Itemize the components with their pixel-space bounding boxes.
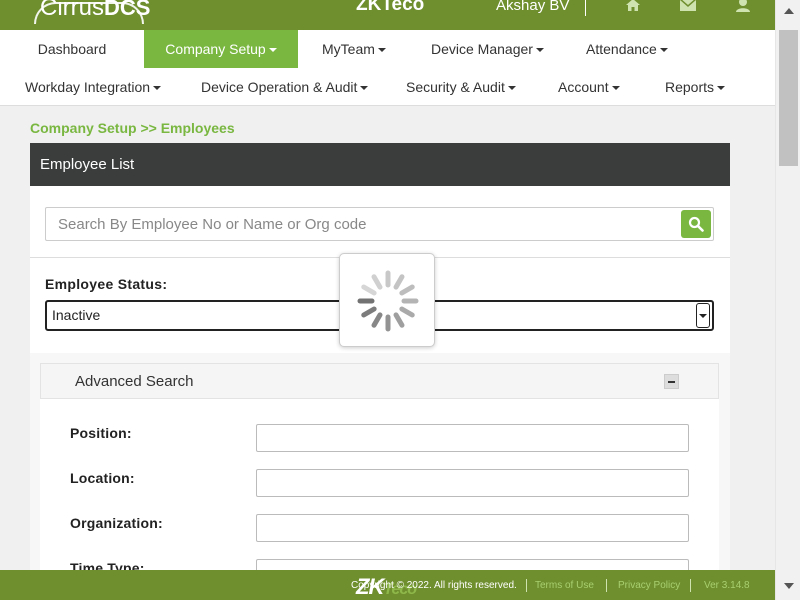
nav-myteam-label: MyTeam [322, 41, 375, 57]
nav-security-audit[interactable]: Security & Audit [406, 68, 516, 106]
advanced-search-body: Position: Location: Organization: Time T… [40, 399, 719, 587]
employee-status-value: Inactive [52, 307, 101, 323]
nav-myteam[interactable]: MyTeam [322, 30, 386, 68]
chevron-down-icon [507, 86, 516, 91]
employee-status-label: Employee Status: [45, 276, 168, 292]
nav-dashboard[interactable]: Dashboard [0, 30, 144, 68]
app-logo[interactable]: CirrusDCS [40, 0, 150, 22]
location-label: Location: [70, 470, 135, 486]
user-icon[interactable] [735, 0, 751, 12]
chevron-down-icon [611, 86, 620, 91]
nav-workday-integration-label: Workday Integration [25, 79, 151, 95]
panel-title: Employee List [30, 143, 730, 186]
search-icon [688, 216, 704, 232]
nav-account[interactable]: Account [558, 68, 620, 106]
dropdown-arrow[interactable] [696, 303, 710, 328]
employee-list-panel: Employee List Employee Status: Inactive … [30, 143, 730, 587]
position-field[interactable] [256, 424, 689, 452]
scroll-down-icon[interactable] [784, 583, 794, 589]
nav-security-audit-label: Security & Audit [406, 79, 505, 95]
zkteco-brand: ZKTeco [356, 0, 425, 15]
page-scrollbar[interactable] [775, 0, 800, 600]
chevron-down-icon [659, 48, 668, 53]
nav-company-setup-label: Company Setup [165, 41, 266, 57]
user-name[interactable]: Akshay BV [496, 0, 569, 14]
version-text: Ver 3.14.8 [704, 580, 750, 591]
chevron-down-icon [360, 86, 369, 91]
chevron-down-icon [153, 86, 162, 91]
nav-device-manager-label: Device Manager [431, 41, 533, 57]
nav-workday-integration[interactable]: Workday Integration [25, 68, 162, 106]
collapse-icon[interactable] [664, 374, 679, 389]
scroll-thumb[interactable] [779, 30, 798, 166]
chevron-down-icon [268, 48, 277, 53]
copyright-text: Copyright © 2022. All rights reserved. [351, 580, 517, 591]
nav-reports[interactable]: Reports [665, 68, 726, 106]
footer-divider [690, 579, 691, 592]
nav-device-manager[interactable]: Device Manager [431, 30, 544, 68]
chevron-down-icon [535, 48, 544, 53]
logo-text-main: Cirrus [40, 0, 104, 21]
nav-attendance-label: Attendance [586, 41, 657, 57]
nav-device-operation-audit[interactable]: Device Operation & Audit [201, 68, 369, 106]
mail-icon[interactable] [680, 0, 696, 12]
nav-account-label: Account [558, 79, 609, 95]
nav-company-setup[interactable]: Company Setup [144, 30, 298, 68]
breadcrumb: Company Setup >> Employees [30, 120, 235, 136]
chevron-down-icon [699, 314, 707, 318]
search-box [45, 207, 714, 241]
nav-attendance[interactable]: Attendance [586, 30, 668, 68]
chevron-down-icon [377, 48, 386, 53]
footer-divider [606, 579, 607, 592]
nav-device-operation-audit-label: Device Operation & Audit [201, 79, 358, 95]
logo-text-sub: DCS [104, 0, 151, 20]
nav-reports-label: Reports [665, 79, 715, 95]
terms-link[interactable]: Terms of Use [535, 580, 594, 591]
location-field[interactable] [256, 469, 689, 497]
advanced-search-header[interactable]: Advanced Search [40, 363, 719, 399]
main-nav: Dashboard Company Setup MyTeam Device Ma… [0, 30, 775, 106]
footer: ZKTeco Copyright © 2022. All rights rese… [0, 570, 775, 600]
chevron-down-icon [717, 86, 726, 91]
home-icon[interactable] [625, 0, 641, 12]
search-input[interactable] [46, 208, 666, 240]
organization-label: Organization: [70, 515, 163, 531]
privacy-link[interactable]: Privacy Policy [618, 580, 680, 591]
footer-divider [526, 579, 527, 592]
top-bar: CirrusDCS ZKTeco Akshay BV [0, 0, 775, 30]
header-divider [585, 0, 586, 16]
position-label: Position: [70, 425, 132, 441]
nav-dashboard-label: Dashboard [37, 41, 107, 57]
spinner-icon [357, 270, 419, 332]
advanced-search-title: Advanced Search [75, 373, 194, 390]
organization-field[interactable] [256, 514, 689, 542]
search-button[interactable] [681, 210, 711, 238]
scroll-up-icon[interactable] [784, 8, 794, 14]
loading-spinner [339, 253, 435, 347]
